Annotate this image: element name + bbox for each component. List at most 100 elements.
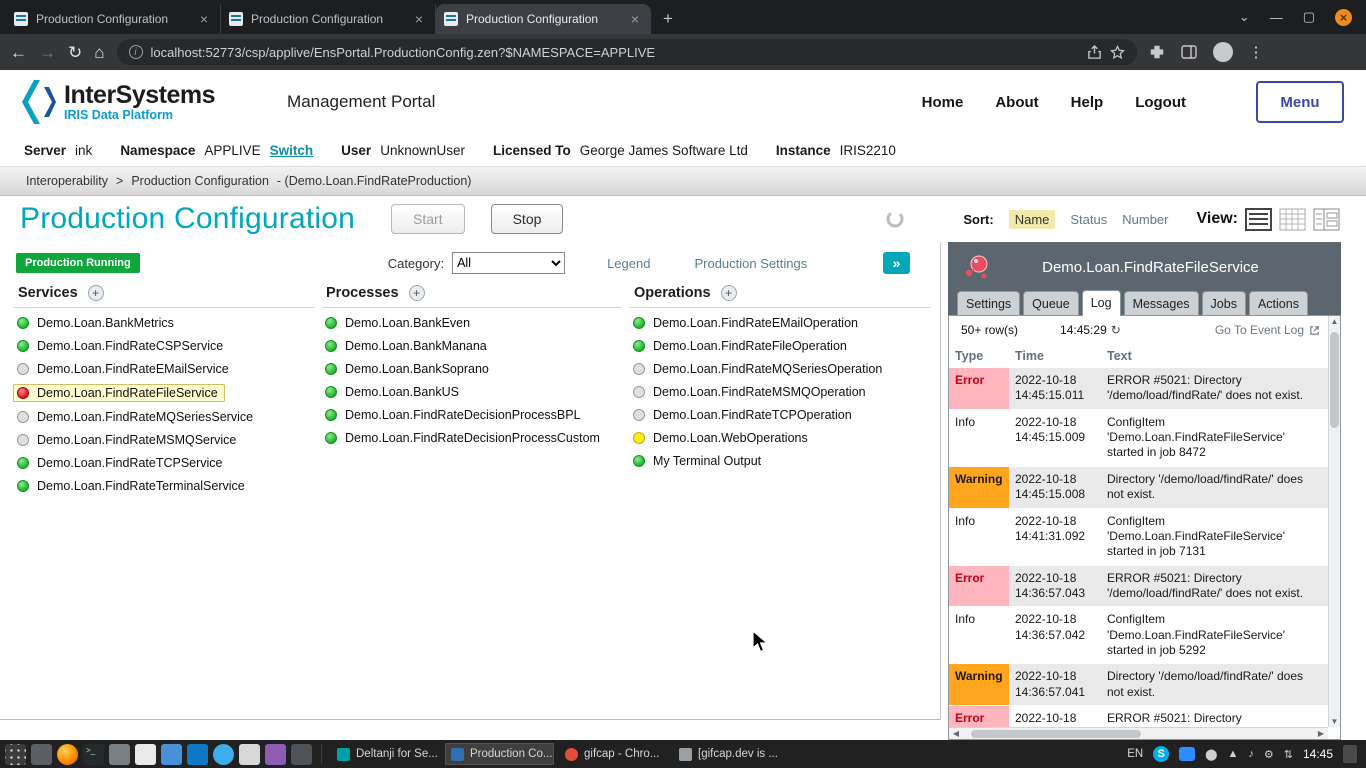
list-item[interactable]: Demo.Loan.FindRateTCPOperation	[630, 407, 858, 423]
view-list-icon[interactable]	[1245, 208, 1272, 231]
table-row[interactable]: Error 2022-10-18 14:36:57.043 ERROR #502…	[949, 565, 1328, 607]
sort-by-status[interactable]: Status	[1070, 212, 1107, 227]
notes-app-icon[interactable]	[239, 744, 260, 765]
sort-by-name[interactable]: Name	[1009, 210, 1056, 229]
task-button-deltanji[interactable]: Deltanji for Se...	[331, 743, 440, 765]
tab-queue[interactable]: Queue	[1023, 291, 1079, 315]
tab-close-icon[interactable]: ×	[411, 11, 427, 27]
list-item-selected[interactable]: Demo.Loan.FindRateFileService	[13, 384, 225, 402]
add-process-button[interactable]: +	[409, 285, 425, 301]
list-item[interactable]: Demo.Loan.BankUS	[322, 384, 465, 400]
refresh-icon[interactable]: ↻	[1111, 323, 1121, 337]
tab-jobs[interactable]: Jobs	[1202, 291, 1246, 315]
stop-button[interactable]: Stop	[491, 204, 564, 234]
add-operation-button[interactable]: +	[721, 285, 737, 301]
volume-tray-icon[interactable]: ♪	[1248, 748, 1254, 760]
browser-tab-2[interactable]: Production Configuration ×	[221, 4, 436, 34]
table-row[interactable]: Error 2022-10-18 14:45:15.011 ERROR #502…	[949, 368, 1328, 409]
task-button-production-config[interactable]: Production Co...	[445, 743, 554, 765]
table-row[interactable]: Info 2022-10-18 14:36:57.042 ConfigItem …	[949, 607, 1328, 664]
browser-app-icon[interactable]	[213, 744, 234, 765]
show-desktop-button[interactable]	[1343, 745, 1357, 763]
tab-close-icon[interactable]: ×	[196, 11, 212, 27]
browser-tab-1[interactable]: Production Configuration ×	[6, 4, 221, 34]
browser-menu-icon[interactable]: ⋮	[1249, 43, 1264, 61]
address-bar[interactable]: i localhost:52773/csp/applive/EnsPortal.…	[117, 39, 1137, 65]
side-panel-icon[interactable]	[1181, 44, 1197, 60]
window-maximize-button[interactable]: ▢	[1303, 9, 1315, 25]
scroll-right-arrow-icon[interactable]: ▶	[1314, 729, 1328, 738]
browser-tab-3-active[interactable]: Production Configuration ×	[436, 4, 651, 34]
table-row[interactable]: Warning 2022-10-18 14:45:15.008 Director…	[949, 466, 1328, 508]
list-item[interactable]: Demo.Loan.FindRateMQSeriesOperation	[630, 361, 888, 377]
list-item[interactable]: Demo.Loan.BankMetrics	[14, 315, 180, 331]
bookmark-star-icon[interactable]	[1110, 45, 1125, 60]
category-select[interactable]: All	[452, 252, 565, 274]
list-item[interactable]: Demo.Loan.FindRateDecisionProcessBPL	[322, 407, 587, 423]
files-folder-icon[interactable]	[161, 744, 182, 765]
tab-settings[interactable]: Settings	[957, 291, 1020, 315]
window-close-button[interactable]: ×	[1335, 9, 1352, 26]
menu-button[interactable]: Menu	[1256, 81, 1344, 123]
table-row[interactable]: Info 2022-10-18 14:45:15.009 ConfigItem …	[949, 409, 1328, 466]
vertical-scroll-thumb[interactable]	[1330, 332, 1339, 428]
sort-by-number[interactable]: Number	[1122, 212, 1168, 227]
tab-actions[interactable]: Actions	[1249, 291, 1308, 315]
home-icon[interactable]: ⌂	[94, 44, 104, 61]
vertical-scrollbar[interactable]: ▲ ▼	[1328, 316, 1340, 727]
col-text[interactable]: Text	[1101, 346, 1328, 368]
switch-link[interactable]: Switch	[270, 143, 314, 158]
nav-help[interactable]: Help	[1071, 94, 1104, 111]
taskbar-clock[interactable]: 14:45	[1303, 747, 1333, 761]
tab-close-icon[interactable]: ×	[627, 11, 643, 27]
list-item[interactable]: Demo.Loan.FindRateMSMQService	[14, 432, 242, 448]
screenshot-tool-icon[interactable]	[291, 744, 312, 765]
list-item[interactable]: My Terminal Output	[630, 453, 767, 469]
keyboard-layout-indicator[interactable]: EN	[1127, 748, 1143, 760]
list-item[interactable]: Demo.Loan.FindRateMSMQOperation	[630, 384, 872, 400]
settings-tray-icon[interactable]: ⚙	[1264, 748, 1274, 761]
tab-log[interactable]: Log	[1082, 290, 1121, 316]
file-manager-icon[interactable]	[31, 744, 52, 765]
list-item[interactable]: Demo.Loan.FindRateTerminalService	[14, 478, 251, 494]
view-split-icon[interactable]	[1313, 208, 1340, 231]
expand-panel-button[interactable]: »	[883, 252, 910, 274]
extensions-puzzle-icon[interactable]	[1149, 44, 1165, 60]
share-icon[interactable]	[1087, 45, 1102, 60]
window-minimize-button[interactable]: —	[1270, 10, 1283, 25]
start-button[interactable]: Start	[391, 204, 465, 234]
camera-tray-icon[interactable]	[1179, 747, 1195, 761]
task-button-gifcap[interactable]: gifcap - Chro...	[559, 743, 668, 765]
breadcrumb-root[interactable]: Interoperability	[26, 174, 108, 188]
list-item[interactable]: Demo.Loan.FindRateFileOperation	[630, 338, 853, 354]
table-row[interactable]: Info 2022-10-18 14:41:31.092 ConfigItem …	[949, 508, 1328, 565]
legend-link[interactable]: Legend	[607, 256, 650, 271]
skype-tray-icon[interactable]: S	[1153, 746, 1169, 762]
go-to-event-log-link[interactable]: Go To Event Log	[1215, 323, 1320, 337]
nav-logout[interactable]: Logout	[1135, 94, 1186, 111]
system-tool-icon[interactable]	[109, 744, 130, 765]
back-icon[interactable]: ←	[10, 44, 27, 61]
list-item[interactable]: Demo.Loan.BankManana	[322, 338, 493, 354]
table-row[interactable]: Error 2022-10-18 ERROR #5021: Directory	[949, 706, 1328, 727]
network-tray-icon[interactable]: ▲	[1227, 748, 1238, 760]
scroll-left-arrow-icon[interactable]: ◀	[949, 729, 963, 738]
col-time[interactable]: Time	[1009, 346, 1101, 368]
list-item[interactable]: Demo.Loan.FindRateEMailOperation	[630, 315, 864, 331]
nav-home[interactable]: Home	[922, 94, 964, 111]
task-button-gifcap-sharing[interactable]: [gifcap.dev is ...	[673, 743, 782, 765]
text-editor-icon[interactable]	[135, 744, 156, 765]
list-item[interactable]: Demo.Loan.BankEven	[322, 315, 476, 331]
tab-search-chevron-icon[interactable]: ⌄	[1239, 9, 1250, 25]
firefox-icon[interactable]	[57, 744, 78, 765]
list-item[interactable]: Demo.Loan.FindRateCSPService	[14, 338, 229, 354]
col-type[interactable]: Type	[949, 346, 1009, 368]
reload-icon[interactable]: ↻	[68, 44, 82, 61]
list-item[interactable]: Demo.Loan.BankSoprano	[322, 361, 495, 377]
url-text[interactable]: localhost:52773/csp/applive/EnsPortal.Pr…	[151, 45, 1079, 60]
add-service-button[interactable]: +	[88, 285, 104, 301]
list-item[interactable]: Demo.Loan.FindRateDecisionProcessCustom	[322, 430, 606, 446]
app-menu-icon[interactable]	[5, 744, 26, 765]
nav-about[interactable]: About	[995, 94, 1038, 111]
list-item[interactable]: Demo.Loan.FindRateTCPService	[14, 455, 229, 471]
